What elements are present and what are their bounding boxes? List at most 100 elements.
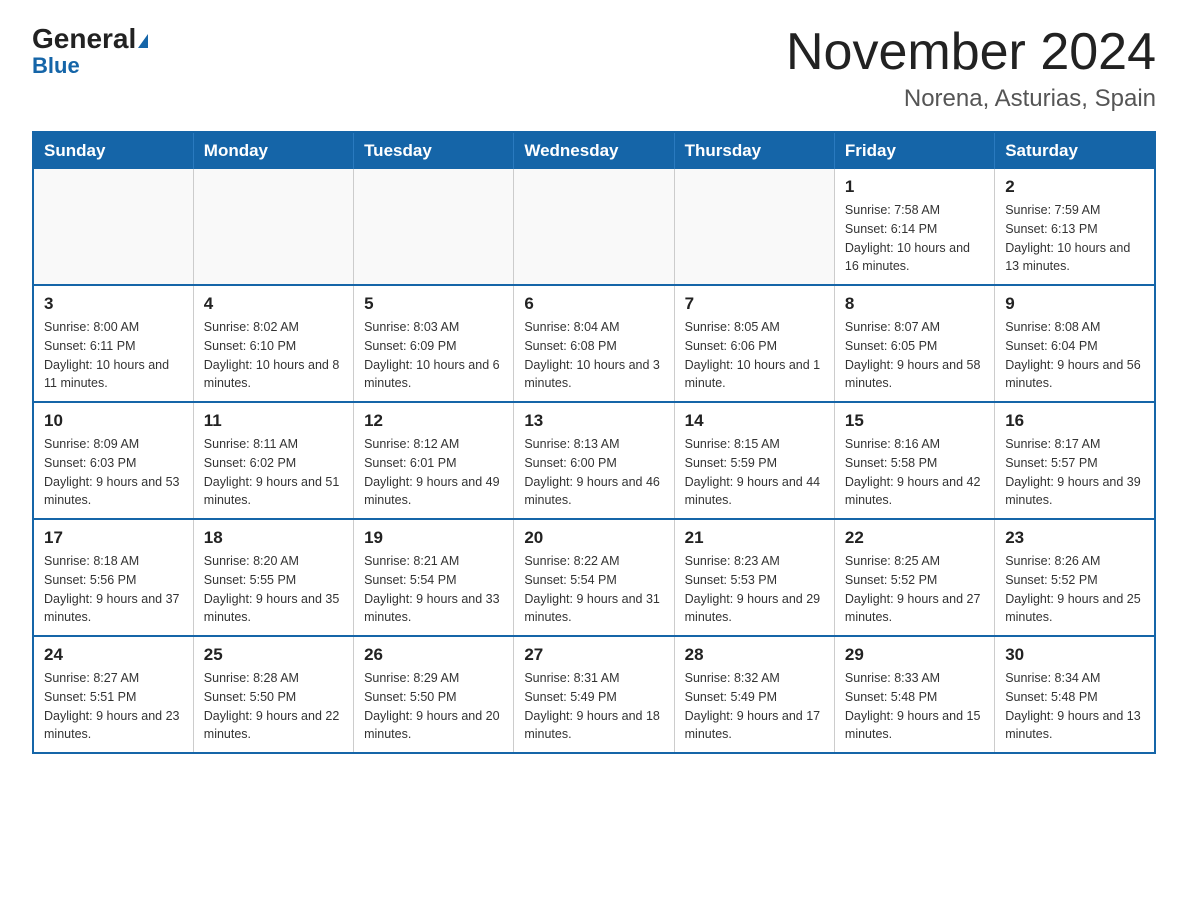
calendar-cell: 21 Sunrise: 8:23 AM Sunset: 5:53 PM Dayli…: [674, 519, 834, 636]
logo: General Blue: [32, 24, 148, 79]
day-info: Sunrise: 8:17 AM Sunset: 5:57 PM Dayligh…: [1005, 435, 1144, 510]
day-info: Sunrise: 8:25 AM Sunset: 5:52 PM Dayligh…: [845, 552, 984, 627]
day-info: Sunrise: 8:29 AM Sunset: 5:50 PM Dayligh…: [364, 669, 503, 744]
calendar-cell: 6 Sunrise: 8:04 AM Sunset: 6:08 PM Daylig…: [514, 285, 674, 402]
calendar-cell: [193, 169, 353, 285]
location-subtitle: Norena, Asturias, Spain: [786, 85, 1156, 113]
day-info: Sunrise: 7:59 AM Sunset: 6:13 PM Dayligh…: [1005, 201, 1144, 276]
day-number: 9: [1005, 294, 1144, 314]
day-number: 24: [44, 645, 183, 665]
weekday-header-thursday: Thursday: [674, 132, 834, 169]
day-number: 22: [845, 528, 984, 548]
day-number: 8: [845, 294, 984, 314]
day-number: 4: [204, 294, 343, 314]
calendar-cell: 3 Sunrise: 8:00 AM Sunset: 6:11 PM Daylig…: [33, 285, 193, 402]
day-info: Sunrise: 8:11 AM Sunset: 6:02 PM Dayligh…: [204, 435, 343, 510]
calendar-week-2: 3 Sunrise: 8:00 AM Sunset: 6:11 PM Daylig…: [33, 285, 1155, 402]
page-header: General Blue November 2024 Norena, Astur…: [32, 24, 1156, 113]
calendar-cell: 25 Sunrise: 8:28 AM Sunset: 5:50 PM Dayli…: [193, 636, 353, 753]
day-number: 2: [1005, 177, 1144, 197]
day-info: Sunrise: 8:28 AM Sunset: 5:50 PM Dayligh…: [204, 669, 343, 744]
day-info: Sunrise: 8:00 AM Sunset: 6:11 PM Dayligh…: [44, 318, 183, 393]
calendar-cell: 28 Sunrise: 8:32 AM Sunset: 5:49 PM Dayli…: [674, 636, 834, 753]
page-title: November 2024: [786, 24, 1156, 81]
day-info: Sunrise: 8:31 AM Sunset: 5:49 PM Dayligh…: [524, 669, 663, 744]
calendar-cell: 24 Sunrise: 8:27 AM Sunset: 5:51 PM Dayli…: [33, 636, 193, 753]
calendar-cell: 2 Sunrise: 7:59 AM Sunset: 6:13 PM Daylig…: [995, 169, 1155, 285]
day-info: Sunrise: 8:21 AM Sunset: 5:54 PM Dayligh…: [364, 552, 503, 627]
day-number: 26: [364, 645, 503, 665]
calendar-cell: 1 Sunrise: 7:58 AM Sunset: 6:14 PM Daylig…: [834, 169, 994, 285]
day-info: Sunrise: 8:08 AM Sunset: 6:04 PM Dayligh…: [1005, 318, 1144, 393]
calendar-cell: 13Sunrise: 8:13 AM Sunset: 6:00 PM Dayli…: [514, 402, 674, 519]
day-info: Sunrise: 7:58 AM Sunset: 6:14 PM Dayligh…: [845, 201, 984, 276]
calendar-week-4: 17 Sunrise: 8:18 AM Sunset: 5:56 PM Dayli…: [33, 519, 1155, 636]
weekday-header-wednesday: Wednesday: [514, 132, 674, 169]
calendar-cell: 4 Sunrise: 8:02 AM Sunset: 6:10 PM Daylig…: [193, 285, 353, 402]
day-info: Sunrise: 8:18 AM Sunset: 5:56 PM Dayligh…: [44, 552, 183, 627]
day-info: Sunrise: 8:23 AM Sunset: 5:53 PM Dayligh…: [685, 552, 824, 627]
day-number: 21: [685, 528, 824, 548]
logo-blue: Blue: [32, 53, 80, 79]
calendar-cell: 7Sunrise: 8:05 AM Sunset: 6:06 PM Daylig…: [674, 285, 834, 402]
day-info: Sunrise: 8:07 AM Sunset: 6:05 PM Dayligh…: [845, 318, 984, 393]
day-number: 14: [685, 411, 824, 431]
day-info: Sunrise: 8:02 AM Sunset: 6:10 PM Dayligh…: [204, 318, 343, 393]
calendar-table: SundayMondayTuesdayWednesdayThursdayFrid…: [32, 131, 1156, 754]
calendar-cell: 15 Sunrise: 8:16 AM Sunset: 5:58 PM Dayli…: [834, 402, 994, 519]
calendar-cell: 14Sunrise: 8:15 AM Sunset: 5:59 PM Dayli…: [674, 402, 834, 519]
calendar-cell: 22 Sunrise: 8:25 AM Sunset: 5:52 PM Dayli…: [834, 519, 994, 636]
calendar-cell: [674, 169, 834, 285]
calendar-cell: 30Sunrise: 8:34 AM Sunset: 5:48 PM Dayli…: [995, 636, 1155, 753]
day-number: 19: [364, 528, 503, 548]
day-info: Sunrise: 8:22 AM Sunset: 5:54 PM Dayligh…: [524, 552, 663, 627]
calendar-cell: 20Sunrise: 8:22 AM Sunset: 5:54 PM Dayli…: [514, 519, 674, 636]
calendar-cell: 12 Sunrise: 8:12 AM Sunset: 6:01 PM Dayli…: [354, 402, 514, 519]
day-info: Sunrise: 8:20 AM Sunset: 5:55 PM Dayligh…: [204, 552, 343, 627]
day-number: 27: [524, 645, 663, 665]
weekday-header-saturday: Saturday: [995, 132, 1155, 169]
calendar-cell: 5 Sunrise: 8:03 AM Sunset: 6:09 PM Daylig…: [354, 285, 514, 402]
day-info: Sunrise: 8:34 AM Sunset: 5:48 PM Dayligh…: [1005, 669, 1144, 744]
day-info: Sunrise: 8:12 AM Sunset: 6:01 PM Dayligh…: [364, 435, 503, 510]
day-number: 3: [44, 294, 183, 314]
calendar-cell: 23Sunrise: 8:26 AM Sunset: 5:52 PM Dayli…: [995, 519, 1155, 636]
day-number: 15: [845, 411, 984, 431]
calendar-cell: 27 Sunrise: 8:31 AM Sunset: 5:49 PM Dayli…: [514, 636, 674, 753]
day-number: 11: [204, 411, 343, 431]
day-number: 1: [845, 177, 984, 197]
day-number: 29: [845, 645, 984, 665]
logo-general: General: [32, 24, 148, 55]
day-number: 12: [364, 411, 503, 431]
calendar-cell: 8 Sunrise: 8:07 AM Sunset: 6:05 PM Daylig…: [834, 285, 994, 402]
day-info: Sunrise: 8:03 AM Sunset: 6:09 PM Dayligh…: [364, 318, 503, 393]
calendar-cell: [514, 169, 674, 285]
day-number: 5: [364, 294, 503, 314]
calendar-cell: 26 Sunrise: 8:29 AM Sunset: 5:50 PM Dayli…: [354, 636, 514, 753]
day-number: 17: [44, 528, 183, 548]
day-number: 10: [44, 411, 183, 431]
calendar-week-3: 10 Sunrise: 8:09 AM Sunset: 6:03 PM Dayli…: [33, 402, 1155, 519]
day-info: Sunrise: 8:05 AM Sunset: 6:06 PM Dayligh…: [685, 318, 824, 393]
day-number: 16: [1005, 411, 1144, 431]
day-info: Sunrise: 8:16 AM Sunset: 5:58 PM Dayligh…: [845, 435, 984, 510]
weekday-header-monday: Monday: [193, 132, 353, 169]
day-number: 6: [524, 294, 663, 314]
day-number: 25: [204, 645, 343, 665]
calendar-cell: 29 Sunrise: 8:33 AM Sunset: 5:48 PM Dayli…: [834, 636, 994, 753]
calendar-cell: 17 Sunrise: 8:18 AM Sunset: 5:56 PM Dayli…: [33, 519, 193, 636]
day-info: Sunrise: 8:27 AM Sunset: 5:51 PM Dayligh…: [44, 669, 183, 744]
calendar-cell: [354, 169, 514, 285]
day-number: 28: [685, 645, 824, 665]
day-info: Sunrise: 8:32 AM Sunset: 5:49 PM Dayligh…: [685, 669, 824, 744]
day-info: Sunrise: 8:09 AM Sunset: 6:03 PM Dayligh…: [44, 435, 183, 510]
day-number: 18: [204, 528, 343, 548]
day-number: 13: [524, 411, 663, 431]
calendar-cell: [33, 169, 193, 285]
day-info: Sunrise: 8:04 AM Sunset: 6:08 PM Dayligh…: [524, 318, 663, 393]
day-info: Sunrise: 8:33 AM Sunset: 5:48 PM Dayligh…: [845, 669, 984, 744]
calendar-cell: 18 Sunrise: 8:20 AM Sunset: 5:55 PM Dayli…: [193, 519, 353, 636]
weekday-header-tuesday: Tuesday: [354, 132, 514, 169]
calendar-cell: 16 Sunrise: 8:17 AM Sunset: 5:57 PM Dayli…: [995, 402, 1155, 519]
calendar-cell: 19 Sunrise: 8:21 AM Sunset: 5:54 PM Dayli…: [354, 519, 514, 636]
